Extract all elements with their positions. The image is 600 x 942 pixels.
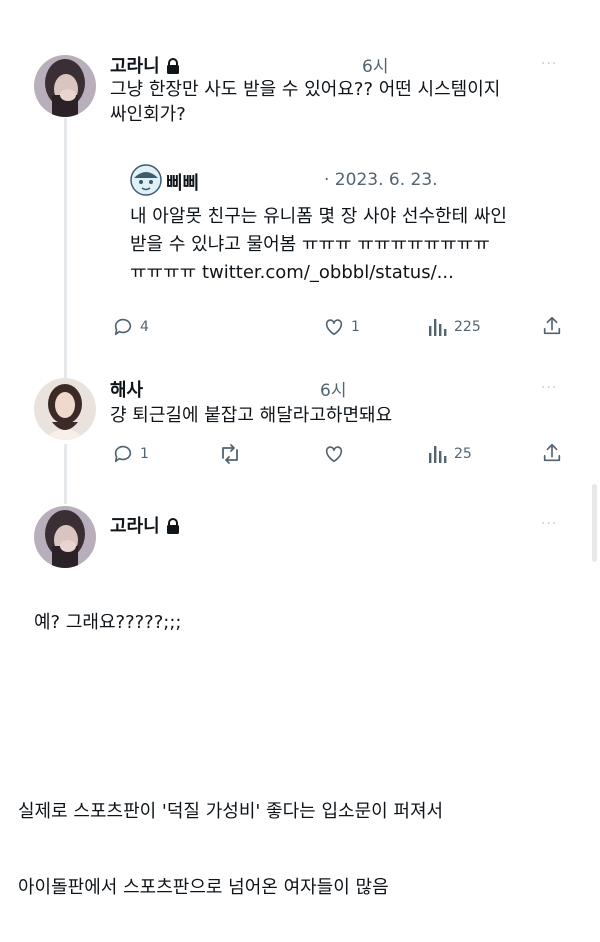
author-name[interactable]: 고라니 xyxy=(110,512,180,539)
reply-icon xyxy=(114,318,132,336)
share-icon xyxy=(543,443,561,462)
retweet-button[interactable] xyxy=(218,443,242,465)
like-button[interactable] xyxy=(323,443,345,465)
views-count: 225 xyxy=(454,319,481,335)
caption-2: 실제로 스포츠판이 '덕질 가성비' 좋다는 입소문이 퍼져서 xyxy=(18,801,444,822)
quote-author-name[interactable]: 삐삐 xyxy=(166,169,199,195)
views-icon xyxy=(429,319,447,336)
heart-icon xyxy=(325,319,343,336)
thread-line-2 xyxy=(64,444,67,504)
reply-button[interactable]: 4 xyxy=(112,316,149,338)
avatar[interactable] xyxy=(34,378,96,440)
heart-icon xyxy=(325,446,343,463)
reply-count: 1 xyxy=(140,446,149,462)
more-options-icon[interactable]: ··· xyxy=(541,380,557,396)
quote-avatar-icon xyxy=(130,164,162,196)
caption-1: 예? 그래요?????;;; xyxy=(34,612,182,633)
thread-line-1 xyxy=(64,118,67,378)
tweet-time[interactable]: 6시 xyxy=(320,376,346,401)
share-button[interactable] xyxy=(541,442,563,464)
avatar[interactable] xyxy=(34,506,96,568)
views-count: 25 xyxy=(454,446,472,462)
caption-3: 아이돌판에서 스포츠판으로 넘어온 여자들이 많음 xyxy=(18,877,389,898)
tweet-text: 걍 퇴근길에 붙잡고 해달라고하면돼요 xyxy=(110,405,393,426)
avatar[interactable] xyxy=(34,55,96,117)
views-icon xyxy=(429,446,447,463)
lock-icon xyxy=(166,518,180,539)
reply-icon xyxy=(114,445,132,463)
author-name[interactable]: 해사 xyxy=(110,376,143,402)
share-icon xyxy=(543,316,561,335)
author-name[interactable]: 고라니 xyxy=(110,52,180,79)
more-options-icon[interactable]: ··· xyxy=(541,56,557,72)
tweet-time[interactable]: 6시 xyxy=(362,52,388,77)
reply-button[interactable]: 1 xyxy=(112,443,149,465)
tweet-text: 그냥 한장만 사도 받을 수 있어요?? 어떤 시스템이지 싸인회가? xyxy=(110,79,501,125)
views-button[interactable]: 25 xyxy=(428,443,472,465)
share-button[interactable] xyxy=(541,315,563,337)
like-count: 1 xyxy=(351,319,360,335)
quote-date: · 2023. 6. 23. xyxy=(324,170,438,190)
quote-text: 내 아알못 친구는 유니폼 몇 장 사야 선수한테 싸인 받을 수 있냐고 물어… xyxy=(130,206,507,283)
more-options-icon[interactable]: ··· xyxy=(541,516,557,532)
retweet-icon xyxy=(222,444,238,464)
lock-icon xyxy=(166,58,180,79)
scrollbar[interactable] xyxy=(592,484,597,562)
views-button[interactable]: 225 xyxy=(428,316,481,338)
like-button[interactable]: 1 xyxy=(323,316,360,338)
reply-count: 4 xyxy=(140,319,149,335)
